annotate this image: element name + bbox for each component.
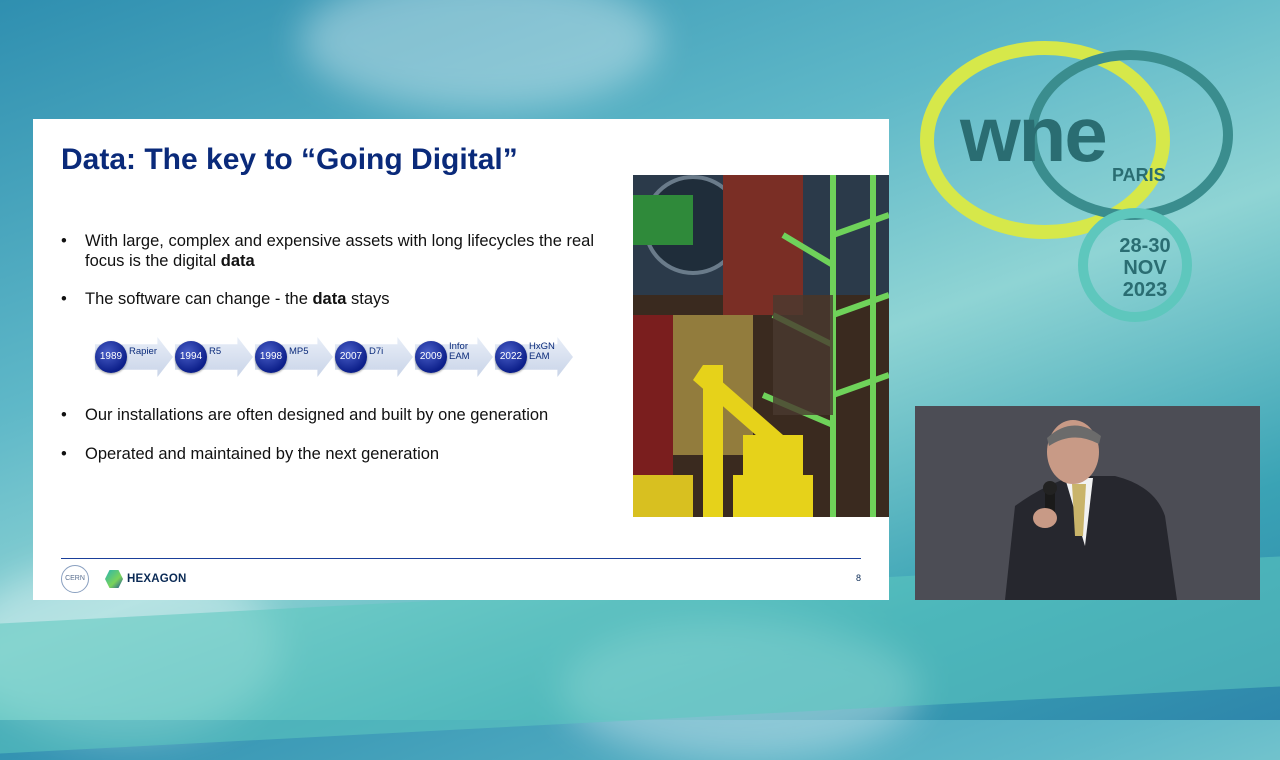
wne-month: NOV (1123, 257, 1167, 279)
timeline-label: Infor EAM (449, 341, 470, 362)
timeline-year: 2007 (335, 341, 367, 373)
bullet-text: With large, complex and expensive assets… (85, 231, 605, 271)
slide-title: Data: The key to “Going Digital” (61, 143, 518, 176)
bullet-text-bold: data (312, 290, 347, 308)
timeline-year: 1998 (255, 341, 287, 373)
detector-photo-graphic (633, 175, 889, 517)
wne-wordmark: wne (960, 90, 1108, 178)
timeline-label: HxGN EAM (529, 341, 555, 362)
timeline-step: 2007 D7i (335, 333, 413, 381)
timeline-step: 2009 Infor EAM (415, 333, 493, 381)
footer-divider (61, 558, 861, 559)
bullet-text: Our installations are often designed and… (85, 406, 549, 424)
bullet-dot: • (61, 445, 67, 463)
bullet-text-bold: data (220, 252, 255, 270)
speaker-video-graphic (915, 406, 1260, 600)
timeline-step: 1989 Rapier (95, 333, 173, 381)
bullet-dot: • (61, 290, 67, 308)
wne-days: 28-30 (1119, 235, 1171, 257)
bullet-text: The software can change - the data stays (85, 289, 605, 309)
wne-year: 2023 (1122, 279, 1168, 301)
bullet-text: Operated and maintained by the next gene… (85, 445, 440, 463)
timeline-year: 2022 (495, 341, 527, 373)
timeline-step: 1998 MP5 (255, 333, 333, 381)
background-cloud (300, 0, 660, 110)
hexagon-wordmark: HEXAGON (127, 573, 187, 585)
timeline-step: 2022 HxGN EAM (495, 333, 573, 381)
timeline-label: Rapier (129, 346, 157, 357)
cern-logo: CERN (61, 565, 89, 593)
detector-photo (633, 175, 889, 517)
bullet-dot: • (61, 406, 67, 424)
bullet-dot: • (61, 232, 67, 250)
timeline-year: 1994 (175, 341, 207, 373)
timeline-year: 2009 (415, 341, 447, 373)
timeline-label: R5 (209, 346, 222, 357)
timeline-label: MP5 (289, 346, 309, 357)
presentation-slide: Data: The key to “Going Digital” • With … (33, 119, 889, 600)
slide-page-number: 8 (855, 573, 861, 583)
bullet-text-plain: The software can change - the (85, 290, 313, 308)
wne-city: PARIS (1112, 165, 1166, 185)
software-timeline: 1989 Rapier 1994 R5 1998 MP5 2007 D7i 20… (95, 333, 595, 381)
bullet-text-plain: stays (346, 290, 390, 308)
wne-dates: 28-30 NOV 2023 (1090, 235, 1200, 301)
speaker-video (915, 406, 1260, 600)
hexagon-icon (105, 570, 123, 588)
timeline-year: 1989 (95, 341, 127, 373)
bullet-text-plain: With large, complex and expensive assets… (85, 232, 594, 270)
hexagon-logo: HEXAGON (105, 570, 187, 588)
timeline-label: D7i (369, 346, 384, 357)
wne-event-logo: wne PARIS 28-30 NOV 2023 (920, 25, 1240, 325)
timeline-step: 1994 R5 (175, 333, 253, 381)
